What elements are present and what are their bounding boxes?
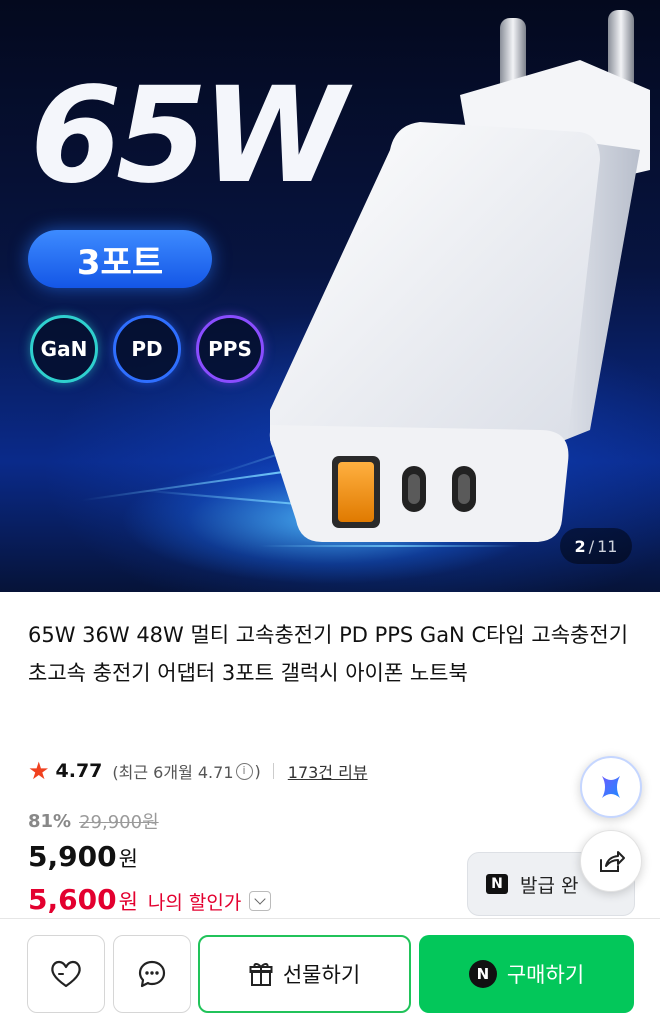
charger-illustration <box>269 10 650 542</box>
product-title: 65W 36W 48W 멀티 고속충전기 PD PPS GaN C타입 고속충전… <box>28 623 629 685</box>
image-counter-separator: / <box>588 536 595 556</box>
wishlist-button[interactable] <box>27 935 105 1013</box>
sale-price: 5,900 <box>28 840 117 873</box>
rating-row: ★ 4.77 (최근 6개월 4.71 i ) 173건 리뷰 <box>28 756 368 786</box>
my-discount-label: 나의 할인가 <box>147 892 242 914</box>
gift-button-label: 선물하기 <box>282 963 361 987</box>
buy-button-label: 구매하기 <box>506 963 585 987</box>
sale-price-row: 5,900 원 <box>28 840 138 873</box>
inquiry-button[interactable] <box>113 935 191 1013</box>
image-counter-total: 11 <box>597 536 618 556</box>
image-counter: 2 / 11 <box>560 528 632 564</box>
ports-pill: 3포트 <box>28 230 212 288</box>
naver-icon: N <box>468 960 497 988</box>
recent-rating-close: ) <box>254 761 261 781</box>
image-counter-current: 2 <box>574 536 586 556</box>
chevron-down-icon[interactable] <box>249 891 272 911</box>
review-count-link[interactable]: 173건 리뷰 <box>288 759 368 783</box>
coupon-button-label: 발급 완 <box>520 874 579 897</box>
chat-icon <box>138 960 166 988</box>
discount-row: 81% 29,900원 <box>28 808 159 834</box>
product-image-carousel[interactable]: 65W 3포트 GaN PD PPS 2 / 11 <box>0 0 660 592</box>
discount-percent: 81% <box>28 810 72 832</box>
share-button[interactable] <box>580 830 642 892</box>
buy-button[interactable]: N 구매하기 <box>419 935 634 1013</box>
recent-rating-text: (최근 6개월 4.71 <box>112 763 234 782</box>
share-icon <box>600 851 625 872</box>
gift-button[interactable]: 선물하기 <box>198 935 411 1013</box>
star-icon: ★ <box>28 757 50 785</box>
badge-pd: PD <box>113 315 181 383</box>
my-discount-price: 5,600 <box>28 883 117 916</box>
badge-gan: GaN <box>30 315 98 383</box>
sale-price-unit: 원 <box>118 847 138 871</box>
naver-icon: N <box>486 874 508 894</box>
rating-score: 4.77 <box>55 760 103 782</box>
bottom-action-bar: 선물하기 N 구매하기 <box>0 918 660 1024</box>
original-price: 29,900원 <box>79 812 159 833</box>
divider <box>272 763 274 779</box>
my-price-row[interactable]: 5,600 원 나의 할인가 <box>28 883 272 916</box>
sparkle-ai-icon <box>602 776 620 798</box>
heart-icon <box>51 960 81 988</box>
my-discount-price-unit: 원 <box>118 890 138 914</box>
info-icon[interactable]: i <box>235 762 253 780</box>
recent-rating: (최근 6개월 4.71 i ) <box>112 759 260 783</box>
gift-icon <box>249 963 273 986</box>
ai-assistant-button[interactable] <box>580 756 642 818</box>
